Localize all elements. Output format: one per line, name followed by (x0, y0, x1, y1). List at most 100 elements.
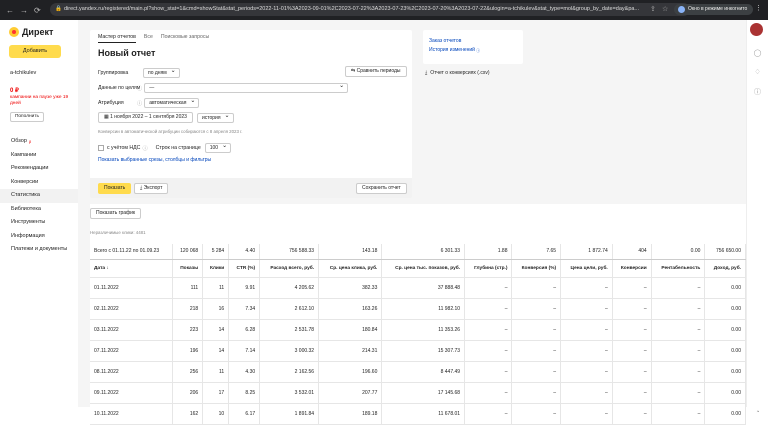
chat-icon[interactable]: ◯ (752, 49, 763, 60)
tab-report-master[interactable]: Мастер отчетов (98, 34, 136, 43)
stats-table: Всего с 01.11.22 по 01.09.23 120 068 5 2… (90, 244, 746, 425)
rows-label: Строк на странице (155, 145, 201, 151)
help-icon[interactable]: ⓘ (137, 85, 142, 92)
column-header[interactable]: Конверсии (612, 259, 652, 278)
date-cell: 08.11.2022 (90, 361, 173, 383)
table-cell: 11 (202, 361, 230, 383)
table-cell: 1 891.84 (259, 403, 320, 425)
column-header-date[interactable]: Дата ↓ (90, 259, 173, 278)
column-header[interactable]: Ср. цена тыс. показов, руб. (381, 259, 466, 278)
sidebar-item-overview[interactable]: Обзор β (0, 135, 78, 149)
table-cell: – (560, 361, 613, 383)
help-icon[interactable]: ⓘ (142, 145, 147, 152)
table-cell: 0.00 (704, 298, 746, 320)
user-login[interactable]: a-tchikulev (10, 70, 36, 76)
goals-select[interactable]: — (144, 82, 349, 93)
help-icon[interactable]: ⓘ (137, 100, 142, 107)
browser-menu-icon[interactable]: ⋮ (755, 4, 762, 12)
show-graph-button[interactable]: Показать график (90, 208, 142, 219)
column-header[interactable]: Конверсия (%) (511, 259, 562, 278)
table-cell: – (560, 382, 613, 404)
table-cell: 16 (202, 298, 230, 320)
table-cell: – (651, 298, 706, 320)
address-bar[interactable]: 🔒 direct.yandex.ru/registered/main.pl?sh… (50, 3, 690, 16)
attribution-note: Конверсии в автоматической атрибуции соб… (98, 129, 243, 134)
column-header[interactable]: Рентабельность (651, 259, 706, 278)
total-cell: 6 301.33 (381, 244, 466, 260)
vat-checkbox[interactable] (98, 145, 104, 151)
tab-search-queries[interactable]: Поисковые запросы (161, 34, 209, 43)
table-row: 07.11.2022 196 14 7.14 3 000.32 214.31 15 307.… (90, 340, 746, 362)
table-cell: 196.60 (318, 361, 383, 383)
table-cell: 6.17 (228, 403, 261, 425)
column-header[interactable]: Глубина (стр.) (464, 259, 513, 278)
table-cell: 189.18 (318, 403, 383, 425)
table-cell: – (651, 382, 706, 404)
table-cell: – (511, 319, 562, 341)
sidebar-item-recommendations[interactable]: Рекомендации (0, 162, 78, 176)
total-cell: 7.65 (511, 244, 562, 260)
share-icon[interactable]: ⇪ (650, 5, 656, 13)
save-report-button[interactable]: Сохранить отчет (356, 183, 407, 194)
sidebar-item-statistics[interactable]: Статистика (0, 189, 78, 203)
topup-button[interactable]: Пополнить (10, 112, 44, 122)
show-button[interactable]: Показать (98, 183, 132, 194)
table-cell: 2 531.78 (259, 319, 320, 341)
table-cell: – (511, 382, 562, 404)
column-header[interactable]: Цена цели, руб. (560, 259, 613, 278)
sidebar-item-library[interactable]: Библиотека (0, 203, 78, 217)
table-cell: 0.00 (704, 361, 746, 383)
table-cell: 163.26 (318, 298, 383, 320)
back-icon[interactable]: ← (6, 6, 14, 15)
column-header[interactable]: Ср. цена клика, руб. (318, 259, 383, 278)
table-cell: 14 (202, 340, 230, 362)
browser-chrome: ← → ⟳ 🔒 direct.yandex.ru/registered/main… (0, 0, 768, 20)
rows-select[interactable]: 100 (204, 142, 232, 153)
notifications-icon[interactable]: ♢ (752, 68, 763, 79)
bookmark-icon[interactable]: ☆ (662, 5, 668, 13)
reload-icon[interactable]: ⟳ (34, 6, 41, 15)
table-cell: – (464, 340, 513, 362)
download-icon: ⤓ (425, 70, 428, 76)
column-header[interactable]: Клики (202, 259, 230, 278)
avatar[interactable] (750, 23, 763, 36)
table-cell: 9.91 (228, 277, 261, 299)
add-button[interactable]: Добавить (9, 45, 61, 58)
logo[interactable]: Директ (9, 27, 53, 37)
column-header[interactable]: CTR (%) (228, 259, 261, 278)
incognito-badge[interactable]: Окно в режиме инкогнито (674, 4, 754, 15)
column-header[interactable]: Показы (172, 259, 204, 278)
sidebar-item-payments[interactable]: Платежи и документы (0, 243, 78, 263)
compare-periods-button[interactable]: ⇆ Сравнить периоды (345, 66, 407, 77)
page-title: Новый отчет (98, 48, 156, 58)
export-button[interactable]: ⤓ Экспорт (134, 183, 169, 194)
grouping-select[interactable]: по дням (143, 67, 180, 78)
order-reports-link[interactable]: Заказ отчетов (429, 37, 523, 46)
help-circle-icon[interactable]: ⓘ (752, 87, 763, 98)
history-link[interactable]: История изменений ⓘ (429, 46, 523, 55)
table-cell: – (511, 277, 562, 299)
sidebar-item-tools[interactable]: Инструменты (0, 216, 78, 230)
sidebar-item-campaigns[interactable]: Кампании (0, 149, 78, 163)
tab-all[interactable]: Все (144, 34, 153, 43)
attribution-select[interactable]: автоматическая (144, 97, 200, 108)
column-header[interactable]: Доход, руб. (704, 259, 746, 278)
table-cell: – (560, 403, 613, 425)
table-cell: 162 (172, 403, 204, 425)
date-cell: 01.11.2022 (90, 277, 173, 299)
show-filters-link[interactable]: Показать выбранные срезы, столбцы и филь… (98, 157, 211, 163)
table-cell: – (560, 319, 613, 341)
chat-bubble-icon[interactable]: ◔ (752, 409, 763, 420)
period-mode-select[interactable]: история (196, 112, 234, 123)
table-cell: 6.28 (228, 319, 261, 341)
table-cell: 256 (172, 361, 204, 383)
sidebar-item-conversions[interactable]: Конверсии (0, 176, 78, 190)
forward-icon[interactable]: → (20, 6, 28, 15)
period-button[interactable]: ▦ 1 ноября 2022 – 1 сентября 2023 (98, 112, 193, 123)
sidebar-item-info[interactable]: Информация (0, 230, 78, 244)
conversion-report-link[interactable]: ⤓ Отчет о конверсиях (.csv) (425, 70, 490, 76)
side-links: Заказ отчетов История изменений ⓘ (423, 30, 523, 64)
header-row: Дата ↓ Показы Клики CTR (%) Расход всего… (90, 259, 746, 278)
report-builder: Мастер отчетов Все Поисковые запросы Нов… (90, 30, 412, 198)
column-header[interactable]: Расход всего, руб. (259, 259, 320, 278)
